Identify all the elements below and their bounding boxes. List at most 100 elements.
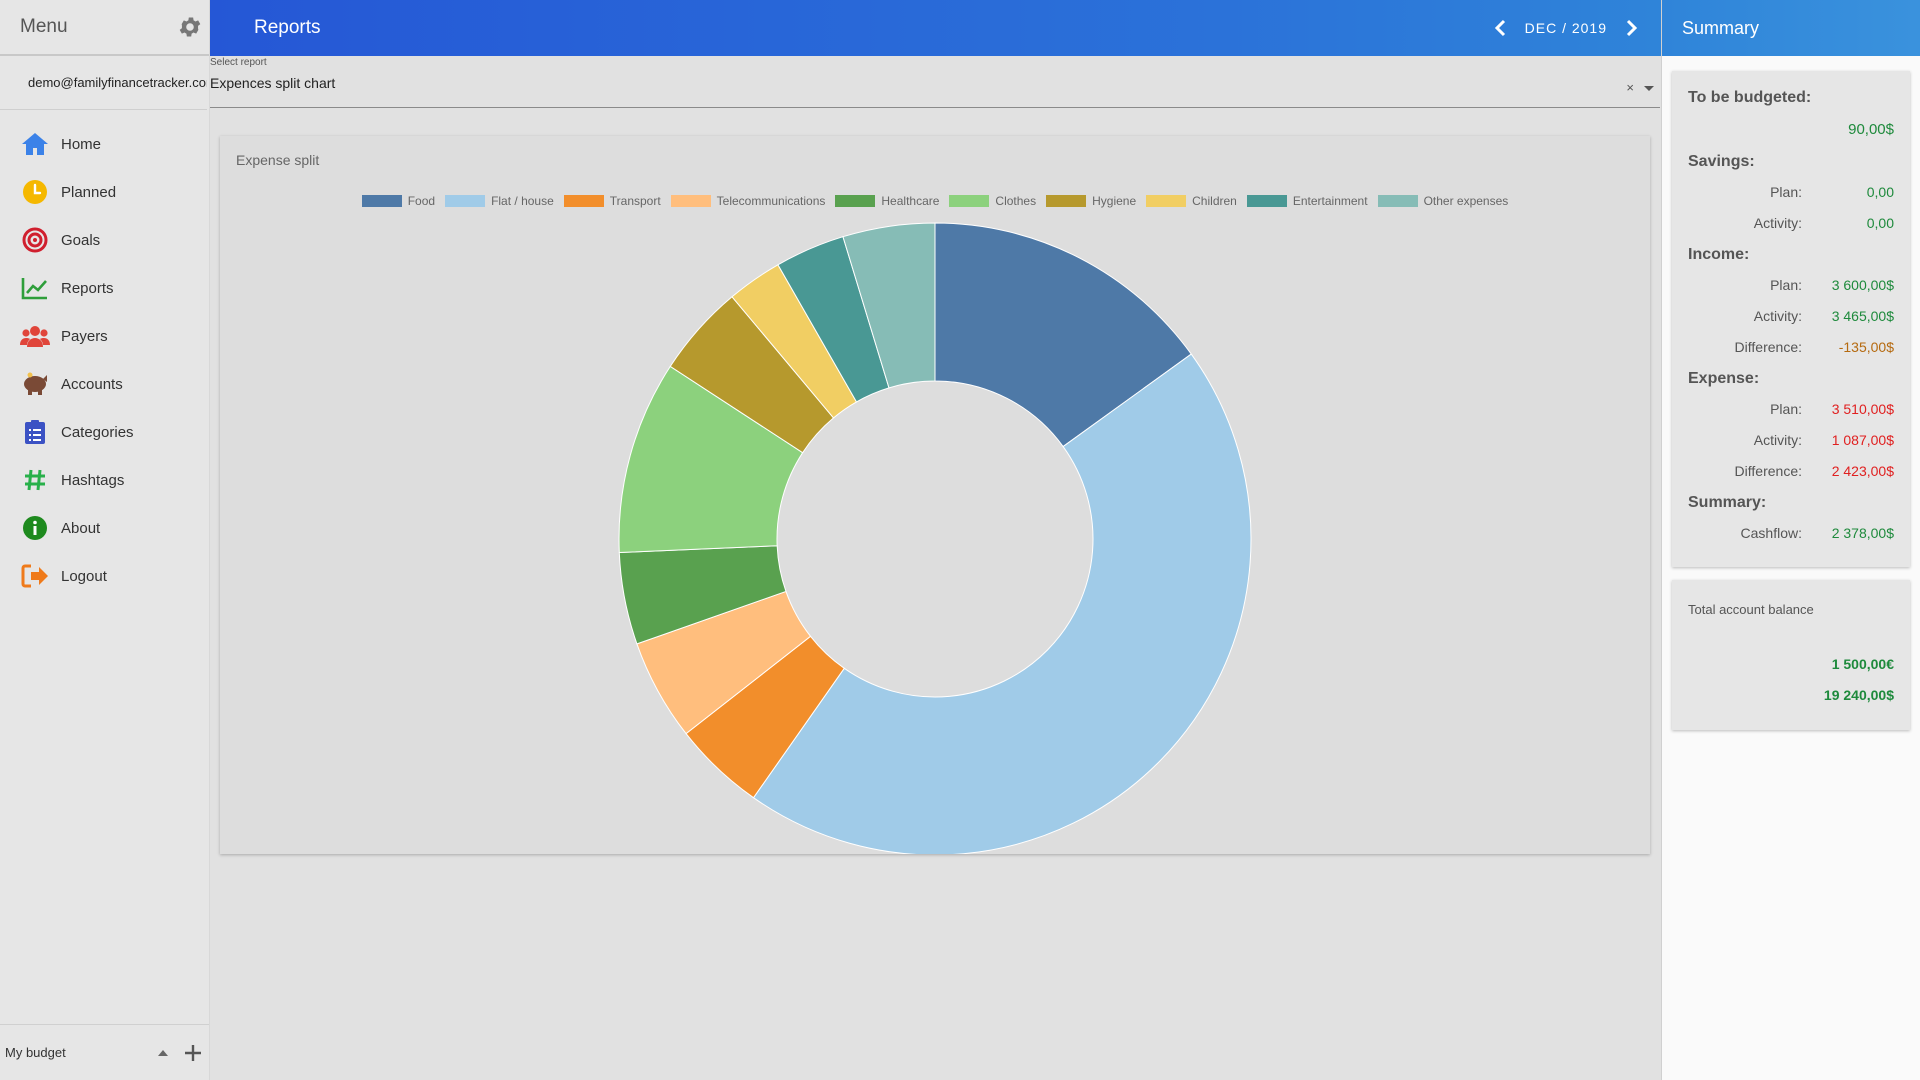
budget-name[interactable]: My budget bbox=[5, 1045, 153, 1060]
chevron-right-icon[interactable] bbox=[1617, 13, 1647, 43]
legend-swatch bbox=[445, 195, 486, 207]
sidebar-item-label: Reports bbox=[61, 279, 114, 297]
expense-activity-label: Activity: bbox=[1753, 432, 1802, 448]
balance-usd: 19 240,00$ bbox=[1823, 687, 1894, 703]
sidebar-item-label: Accounts bbox=[61, 375, 123, 393]
legend-label: Flat / house bbox=[491, 194, 554, 208]
legend-swatch bbox=[361, 195, 402, 207]
sidebar: Menu demo@familyfinancetracker.com Home … bbox=[0, 0, 210, 1080]
clipboard-list-icon bbox=[20, 417, 50, 447]
sidebar-item-label: Payers bbox=[61, 327, 108, 345]
sidebar-item-accounts[interactable]: Accounts bbox=[0, 360, 209, 408]
report-select-value[interactable]: Expences split chart bbox=[210, 75, 335, 91]
legend-item[interactable]: Telecommunications bbox=[670, 194, 826, 208]
logout-icon bbox=[20, 561, 50, 591]
legend-label: Food bbox=[407, 194, 436, 208]
sidebar-item-logout[interactable]: Logout bbox=[0, 552, 209, 600]
cashflow-label: Cashflow: bbox=[1740, 525, 1802, 541]
report-select[interactable]: Select report Expences split chart × bbox=[210, 56, 1660, 108]
summary-panel: Summary To be budgeted: 90,00$ Savings: … bbox=[1661, 0, 1920, 1080]
sidebar-title: Menu bbox=[20, 16, 68, 37]
clear-icon[interactable]: × bbox=[1626, 80, 1634, 95]
target-icon bbox=[20, 225, 50, 255]
income-activity-row: Activity: 3 465,00$ bbox=[1672, 308, 1910, 324]
sidebar-item-label: About bbox=[61, 519, 101, 537]
sidebar-item-reports[interactable]: Reports bbox=[0, 264, 209, 312]
summary-card: To be budgeted: 90,00$ Savings: Plan: 0,… bbox=[1672, 71, 1910, 567]
legend-swatch bbox=[670, 195, 711, 207]
info-icon bbox=[20, 513, 50, 543]
legend-swatch bbox=[835, 195, 876, 207]
legend-label: Transport bbox=[609, 194, 661, 208]
savings-plan-value: 0,00 bbox=[1866, 184, 1894, 200]
legend-item[interactable]: Flat / house bbox=[445, 194, 554, 208]
add-budget-icon[interactable] bbox=[181, 1041, 205, 1065]
sidebar-item-label: Logout bbox=[61, 567, 107, 585]
user-email: demo@familyfinancetracker.com bbox=[0, 56, 207, 110]
expense-activity-value: 1 087,00$ bbox=[1831, 432, 1894, 448]
sidebar-item-label: Hashtags bbox=[61, 471, 125, 489]
clock-icon bbox=[20, 177, 50, 207]
chevron-left-icon[interactable] bbox=[1485, 13, 1515, 43]
sidebar-item-label: Planned bbox=[61, 183, 117, 201]
income-difference-value: -135,00$ bbox=[1838, 339, 1894, 355]
legend-item[interactable]: Children bbox=[1146, 194, 1237, 208]
legend-item[interactable]: Clothes bbox=[949, 194, 1036, 208]
caret-up-icon[interactable] bbox=[153, 1043, 173, 1063]
chart-line-icon bbox=[20, 273, 50, 303]
legend-label: Clothes bbox=[995, 194, 1037, 208]
sidebar-item-home[interactable]: Home bbox=[0, 120, 209, 168]
summary-section-label: Summary: bbox=[1688, 494, 1767, 511]
donut-chart bbox=[618, 222, 1252, 854]
legend-swatch bbox=[563, 195, 604, 207]
users-icon bbox=[20, 321, 50, 351]
expense-difference-label: Difference: bbox=[1734, 463, 1802, 479]
income-activity-value: 3 465,00$ bbox=[1831, 308, 1894, 324]
sidebar-item-categories[interactable]: Categories bbox=[0, 408, 209, 456]
sidebar-item-payers[interactable]: Payers bbox=[0, 312, 209, 360]
sidebar-item-about[interactable]: About bbox=[0, 504, 209, 552]
top-bar: Reports DEC / 2019 bbox=[210, 0, 1661, 56]
chart-title: Expense split bbox=[236, 152, 320, 168]
legend-item[interactable]: Healthcare bbox=[835, 194, 939, 208]
savings-activity-row: Activity: 0,00 bbox=[1672, 215, 1910, 231]
donut-slice-flat-house[interactable] bbox=[752, 353, 1252, 854]
chart-legend: Food Flat / house Transport Telecommunicati… bbox=[220, 194, 1650, 208]
legend-label: Telecommunications bbox=[716, 194, 826, 208]
expense-difference-value: 2 423,00$ bbox=[1831, 463, 1894, 479]
savings-plan-row: Plan: 0,00 bbox=[1672, 184, 1910, 200]
expense-activity-row: Activity: 1 087,00$ bbox=[1672, 432, 1910, 448]
budget-switcher: My budget bbox=[0, 1024, 209, 1080]
chart-card: Expense split Food Flat / house Transport T… bbox=[220, 136, 1650, 854]
legend-label: Hygiene bbox=[1092, 194, 1137, 208]
sidebar-item-goals[interactable]: Goals bbox=[0, 216, 209, 264]
income-plan-label: Plan: bbox=[1770, 277, 1802, 293]
page-title: Reports bbox=[254, 17, 321, 38]
legend-swatch bbox=[1146, 195, 1187, 207]
account-balance-card: Total account balance 1 500,00€ 19 240,0… bbox=[1672, 580, 1910, 730]
legend-swatch bbox=[949, 195, 990, 207]
sidebar-header: Menu bbox=[0, 0, 209, 56]
sidebar-item-label: Goals bbox=[61, 231, 101, 249]
legend-item[interactable]: Entertainment bbox=[1246, 194, 1368, 208]
legend-item[interactable]: Other expenses bbox=[1377, 194, 1508, 208]
legend-item[interactable]: Food bbox=[361, 194, 436, 208]
expense-plan-label: Plan: bbox=[1770, 401, 1802, 417]
summary-title: Summary bbox=[1662, 0, 1920, 56]
dropdown-arrow-icon[interactable] bbox=[1644, 86, 1654, 91]
sidebar-item-hashtags[interactable]: Hashtags bbox=[0, 456, 209, 504]
select-underline bbox=[210, 107, 1660, 108]
sidebar-item-label: Home bbox=[61, 135, 102, 153]
income-activity-label: Activity: bbox=[1753, 308, 1802, 324]
legend-label: Children bbox=[1192, 194, 1237, 208]
home-icon bbox=[20, 129, 50, 159]
sidebar-item-planned[interactable]: Planned bbox=[0, 168, 209, 216]
gear-icon[interactable] bbox=[175, 12, 205, 42]
legend-item[interactable]: Transport bbox=[563, 194, 661, 208]
legend-item[interactable]: Hygiene bbox=[1046, 194, 1136, 208]
current-month: DEC / 2019 bbox=[1524, 20, 1607, 36]
expense-plan-value: 3 510,00$ bbox=[1831, 401, 1894, 417]
cashflow-row: Cashflow: 2 378,00$ bbox=[1672, 525, 1910, 541]
cashflow-value: 2 378,00$ bbox=[1831, 525, 1894, 541]
savings-label: Savings: bbox=[1688, 153, 1755, 170]
